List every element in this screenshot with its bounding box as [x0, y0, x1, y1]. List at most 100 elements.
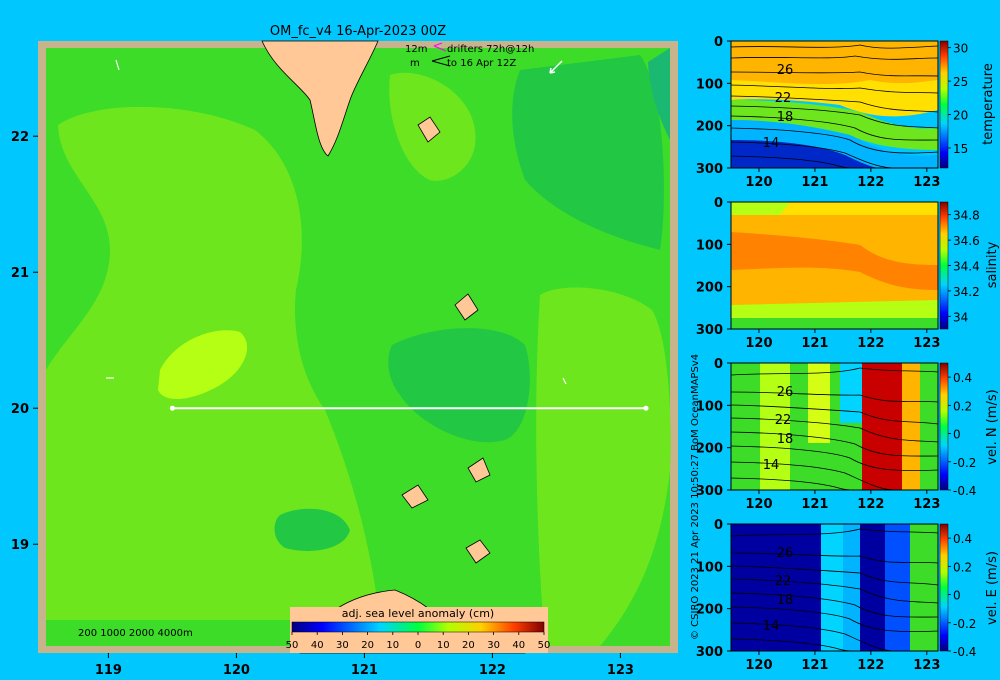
salinity-x-tick-label: 120 — [745, 336, 772, 351]
vel-e-x-tick-label: 121 — [801, 658, 828, 673]
ssh-colorbar-tick-label: 0 — [415, 640, 421, 651]
salinity-colorbar-tick-label: 34.4 — [953, 260, 980, 274]
vel-n-field-yellow-2 — [808, 363, 830, 443]
ssh-colorbar-tick-label: 30 — [336, 640, 349, 651]
ssh-colorbar-tick-label: 50 — [538, 640, 551, 651]
vel-e-colorbar-ticks: -0.4 -0.2 0 0.2 0.4 — [948, 532, 976, 659]
temperature-contour-label: 22 — [775, 91, 792, 106]
vel-n-y-tick-label: 200 — [696, 442, 723, 457]
vel-e-contour-label: 14 — [763, 619, 780, 634]
vel-n-contour-label: 22 — [775, 413, 792, 428]
vel-n-contour-label: 14 — [763, 458, 780, 473]
temperature-contour-label: 26 — [777, 63, 794, 78]
vel-n-colorbar-label: vel. N (m/s) — [985, 389, 1000, 464]
vel-n-colorbar-ticks: -0.4 -0.2 0 0.2 0.4 — [948, 371, 976, 498]
map-y-tick-label: 20 — [11, 402, 29, 417]
map-x-tick-label: 121 — [351, 663, 378, 678]
temperature-x-tick-label: 123 — [913, 175, 940, 190]
ssh-colorbar-label: adj. sea level anomaly (cm) — [342, 607, 494, 620]
ssh-colorbar-tick-label: 10 — [386, 640, 399, 651]
section-start-marker[interactable] — [169, 405, 175, 411]
salinity-field-upper-left — [731, 202, 790, 215]
temperature-y-tick-label: 0 — [714, 35, 723, 50]
temperature-x-tick-label: 120 — [745, 175, 772, 190]
temperature-colorbar-tick-label: 30 — [953, 42, 968, 56]
vel-n-x-tick-label: 120 — [745, 497, 772, 512]
salinity-y-tick-label: 100 — [696, 238, 723, 253]
salinity-colorbar-tick-label: 34.8 — [953, 209, 980, 223]
salinity-y-tick-label: 300 — [696, 323, 723, 338]
temperature-contour-label: 18 — [777, 110, 794, 125]
salinity-colorbar-tick-label: 34 — [953, 310, 968, 324]
temperature-colorbar-label: temperature — [981, 63, 996, 145]
salinity-colorbar-tick-label: 34.6 — [953, 234, 980, 248]
vel-e-colorbar-tick-label: -0.2 — [953, 617, 976, 631]
vel-e-colorbar-tick-label: -0.4 — [953, 645, 976, 659]
salinity-y-tick-label: 0 — [714, 196, 723, 211]
vel-n-y-tick-label: 0 — [714, 357, 723, 372]
salinity-y-tick-label: 200 — [696, 281, 723, 296]
drifter-legend-label: drifters 72h@12h — [447, 44, 534, 55]
map-x-tick-label: 123 — [607, 663, 634, 678]
map-y-tick-label: 21 — [11, 266, 29, 281]
vel-n-colorbar-tick-label: 0.2 — [953, 399, 972, 413]
vel-n-colorbar — [939, 362, 949, 491]
salinity-colorbar-tick-label: 34.2 — [953, 285, 980, 299]
vel-n-colorbar-tick-label: 0 — [953, 428, 961, 442]
vel-e-y-tick-label: 300 — [696, 645, 723, 660]
temperature-colorbar-tick-label: 15 — [953, 142, 968, 156]
temperature-colorbar-tick-label: 20 — [953, 109, 968, 123]
vel-e-contour-label: 22 — [775, 574, 792, 589]
velocity-unit-label: m — [410, 58, 420, 69]
salinity-colorbar — [939, 201, 949, 330]
temperature-colorbar — [939, 40, 949, 169]
map-panel: 119 120 121 122 123 19 20 21 22 50 40 30 20 10 0 10 20 3… — [11, 40, 678, 678]
section-end-marker[interactable] — [643, 405, 649, 411]
vel-n-contour-label: 26 — [777, 385, 794, 400]
ssh-colorbar-tick-label: 10 — [437, 640, 450, 651]
salinity-panel: 120 121 122 123 0 100 200 300 34 34.2 34.4 34.6 34.… — [696, 196, 980, 351]
vel-n-y-tick-label: 300 — [696, 484, 723, 499]
ssh-colorbar-tick-label: 20 — [462, 640, 475, 651]
ssh-colorbar — [291, 621, 545, 633]
vel-n-panel: 26 22 18 14 120 121 122 123 0 100 200 300 -0.4 -0.2… — [696, 357, 977, 512]
vel-e-y-tick-label: 200 — [696, 603, 723, 618]
vel-n-x-tick-label: 121 — [801, 497, 828, 512]
vel-e-field-blue-1 — [821, 524, 843, 651]
vel-n-colorbar-tick-label: -0.2 — [953, 456, 976, 470]
drifter-legend-date: to 16 Apr 12Z — [447, 58, 516, 69]
vel-n-x-tick-label: 123 — [913, 497, 940, 512]
ssh-colorbar-tick-label: 30 — [487, 640, 500, 651]
temperature-y-tick-label: 300 — [696, 162, 723, 177]
vel-e-colorbar-tick-label: 0.4 — [953, 532, 972, 546]
temperature-y-tick-label: 200 — [696, 120, 723, 135]
vel-e-colorbar-tick-label: 0 — [953, 589, 961, 603]
vel-n-contour-label: 18 — [777, 432, 794, 447]
ssh-colorbar-tick-label: 20 — [361, 640, 374, 651]
vel-e-field-navy-2 — [860, 524, 885, 651]
salinity-colorbar-label: salinity — [985, 241, 1000, 288]
salinity-x-tick-label: 123 — [913, 336, 940, 351]
temperature-colorbar-tick-label: 25 — [953, 75, 968, 89]
vel-e-panel: 26 22 18 14 120 121 122 123 0 100 200 300 -0.4 -0.2… — [696, 518, 977, 673]
map-y-tick-label: 19 — [11, 538, 29, 553]
map-x-tick-label: 122 — [479, 663, 506, 678]
temperature-contour-label: 14 — [763, 136, 780, 151]
salinity-x-tick-label: 122 — [857, 336, 884, 351]
page-title: OM_fc_v4 16-Apr-2023 00Z — [270, 24, 446, 39]
salinity-x-tick-label: 121 — [801, 336, 828, 351]
temperature-x-tick-label: 122 — [857, 175, 884, 190]
depth-legend: 200 1000 2000 4000m — [78, 628, 193, 639]
vel-e-contour-label: 18 — [777, 593, 794, 608]
temperature-colorbar-ticks: 15 20 25 30 — [948, 42, 968, 156]
temperature-panel: 26 22 18 14 120 121 122 123 0 100 200 300 15 20 25 30 — [696, 35, 968, 190]
map-y-tick-label: 22 — [11, 130, 29, 145]
velocity-scale-label: 12m — [405, 44, 427, 55]
salinity-field-bottom — [731, 318, 938, 329]
vel-e-x-tick-label: 123 — [913, 658, 940, 673]
vel-n-field-red — [862, 363, 902, 490]
figure: 119 120 121 122 12319202122 50 40 30 20 10 0 10 20 3… — [11, 24, 1000, 678]
vel-n-x-tick-label: 122 — [857, 497, 884, 512]
temperature-y-tick-label: 100 — [696, 77, 723, 92]
ssh-colorbar-tick-label: 40 — [311, 640, 324, 651]
